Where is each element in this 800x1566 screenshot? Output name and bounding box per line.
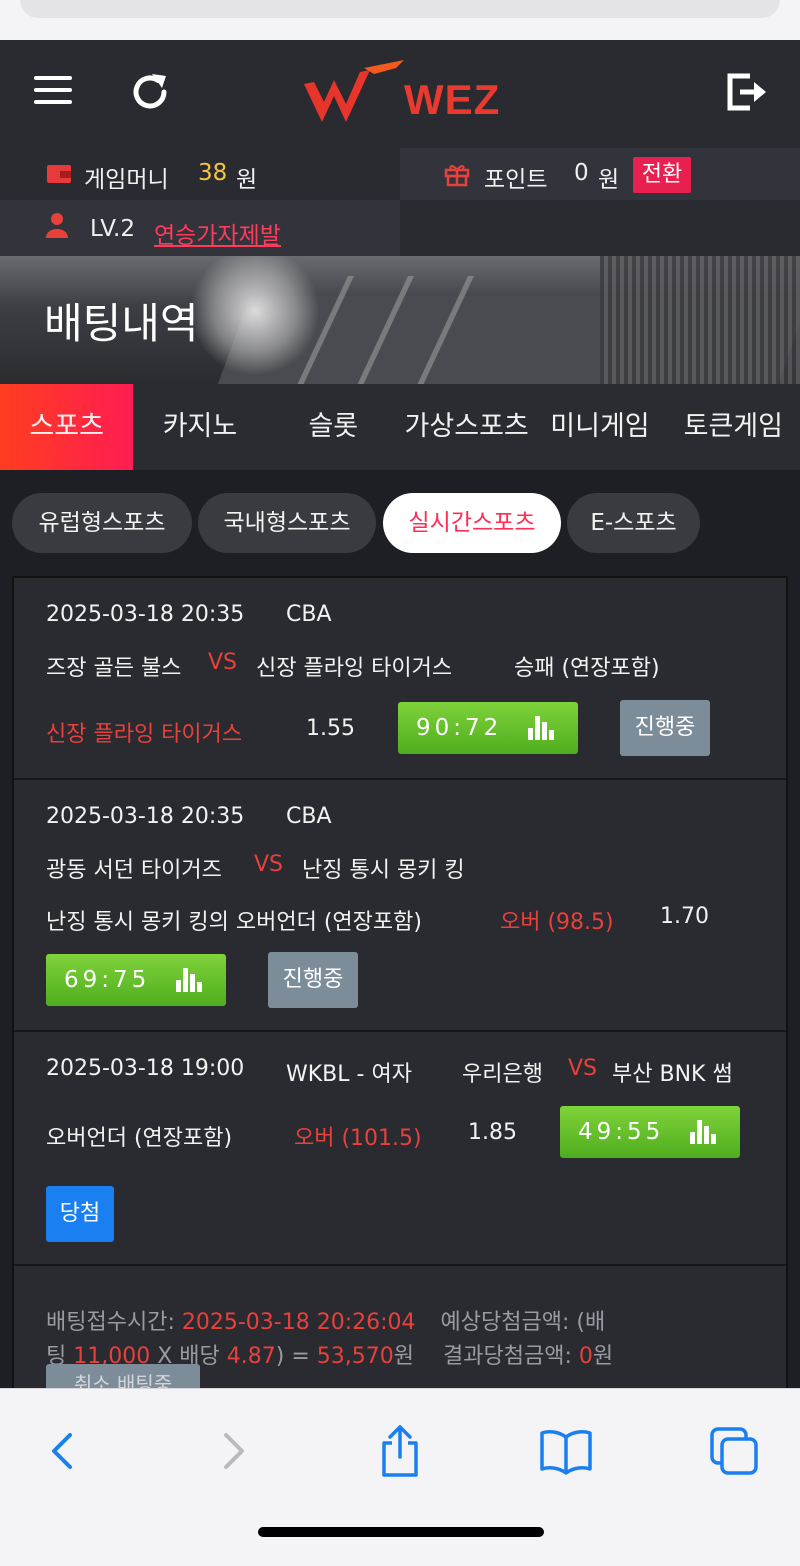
- home-team: 광동 서던 타이거즈: [46, 858, 222, 883]
- bet-item: 2025-03-18 20:35 CBA 즈장 골든 불스 VS 신장 플라잉 …: [14, 578, 786, 780]
- total-odds: 4.87: [226, 1344, 276, 1369]
- away-team: 신장 플라잉 타이거스: [256, 656, 453, 681]
- bet-market: 난징 통시 몽키 킹의 오버언더 (연장포함): [46, 910, 422, 935]
- stats-bar-icon: [528, 716, 554, 740]
- game-money-label: 게임머니: [84, 167, 169, 193]
- refresh-icon[interactable]: [128, 70, 172, 114]
- vs-label: VS: [254, 852, 284, 877]
- tab-slot[interactable]: 슬롯: [267, 384, 400, 470]
- subtab-esports[interactable]: E-스포츠: [567, 493, 700, 553]
- logo-mark-icon: [304, 60, 404, 122]
- main-tabs: 스포츠 카지노 슬롯 가상스포츠 미니게임 토큰게임: [0, 384, 800, 470]
- bet-item: 2025-03-18 20:35 CBA 광동 서던 타이거즈 VS 난징 통시…: [14, 780, 786, 1032]
- result-value: 0: [578, 1344, 593, 1369]
- status-badge: 진행중: [620, 700, 710, 756]
- page-banner: 배팅내역: [0, 256, 800, 384]
- live-score[interactable]: 49:55: [560, 1106, 740, 1158]
- user-icon: [46, 213, 68, 238]
- wallet-icon: [47, 165, 71, 183]
- vs-label: VS: [208, 650, 238, 675]
- bet-market: 승패 (연장포함): [514, 656, 660, 681]
- score-text: 49:55: [578, 1119, 665, 1145]
- bet-market: 오버언더 (연장포함): [46, 1126, 233, 1151]
- bet-summary: 배팅접수시간: 2025-03-18 20:26:04 예상당첨금액: (배 팅…: [14, 1266, 786, 1404]
- stats-bar-icon: [690, 1120, 716, 1144]
- stats-bar-icon: [176, 968, 202, 992]
- tabs-icon[interactable]: [706, 1423, 762, 1479]
- home-team: 우리은행: [462, 1062, 543, 1087]
- tab-minigame[interactable]: 미니게임: [533, 384, 666, 470]
- bet-league: CBA: [286, 602, 332, 627]
- game-money-unit: 원: [236, 167, 258, 193]
- bet-datetime: 2025-03-18 20:35: [46, 602, 245, 627]
- bet-odds: 1.55: [306, 716, 355, 741]
- forward-chevron-icon[interactable]: [206, 1423, 262, 1479]
- subtab-domestic-sports[interactable]: 국내형스포츠: [198, 493, 376, 553]
- game-money-value: 38: [198, 160, 228, 186]
- equals-label: ) =: [275, 1344, 310, 1369]
- bet-league: WKBL - 여자: [286, 1062, 412, 1087]
- result-unit: 원: [592, 1344, 614, 1369]
- point-value: 0: [574, 160, 589, 186]
- status-badge-won: 당첨: [46, 1186, 114, 1242]
- tab-casino[interactable]: 카지노: [133, 384, 266, 470]
- summary-line-1: 배팅접수시간: 2025-03-18 20:26:04 예상당첨금액: (배: [46, 1304, 605, 1336]
- bet-odds: 1.70: [660, 904, 709, 929]
- payout-amount: 53,570: [316, 1344, 394, 1369]
- bet-league: CBA: [286, 804, 332, 829]
- result-label: 결과당첨금액:: [443, 1344, 572, 1369]
- username-link[interactable]: 연승가자제발: [154, 216, 281, 250]
- site-header: WEZ: [0, 40, 800, 148]
- bet-datetime: 2025-03-18 19:00: [46, 1056, 245, 1081]
- payout-unit: 원: [393, 1344, 415, 1369]
- bet-pick: 오버 (98.5): [500, 910, 614, 935]
- logo-text: WEZ: [404, 76, 501, 123]
- tab-sports[interactable]: 스포츠: [0, 384, 134, 470]
- bet-item: 2025-03-18 19:00 WKBL - 여자 우리은행 VS 부산 BN…: [14, 1032, 786, 1266]
- bet-datetime: 2025-03-18 20:35: [46, 804, 245, 829]
- bet-history-list: 2025-03-18 20:35 CBA 즈장 골든 불스 VS 신장 플라잉 …: [12, 576, 788, 1406]
- hamburger-menu-icon[interactable]: [34, 76, 72, 108]
- wez-logo[interactable]: WEZ: [300, 60, 510, 130]
- receipt-time: 2025-03-18 20:26:04: [181, 1310, 416, 1335]
- score-text: 69:75: [64, 967, 151, 993]
- bet-pick: 오버 (101.5): [294, 1126, 422, 1151]
- bet-pick: 신장 플라잉 타이거스: [46, 722, 243, 747]
- browser-top-bar: [0, 0, 800, 40]
- level-text: LV.2: [90, 216, 136, 242]
- logout-icon[interactable]: [724, 70, 768, 114]
- home-team: 즈장 골든 불스: [46, 656, 182, 681]
- receipt-label: 배팅접수시간:: [46, 1310, 175, 1335]
- swap-button[interactable]: 전환: [633, 157, 691, 193]
- bet-odds: 1.85: [468, 1120, 517, 1145]
- book-icon[interactable]: [538, 1423, 594, 1479]
- away-team: 난징 통시 몽키 킹: [302, 858, 465, 883]
- live-score[interactable]: 69:75: [46, 954, 226, 1006]
- subtab-live-sports[interactable]: 실시간스포츠: [383, 493, 561, 553]
- point-unit: 원: [598, 167, 620, 193]
- subtab-european-sports[interactable]: 유럽형스포츠: [12, 493, 192, 553]
- browser-toolbar: [0, 1388, 800, 1566]
- point-label: 포인트: [484, 167, 548, 193]
- home-indicator: [258, 1527, 544, 1537]
- address-bar[interactable]: [20, 0, 780, 18]
- tab-virtual-sports[interactable]: 가상스포츠: [400, 384, 533, 470]
- score-text: 90:72: [416, 715, 503, 741]
- expected-label: 예상당첨금액: (배: [440, 1310, 606, 1335]
- tab-token-game[interactable]: 토큰게임: [667, 384, 800, 470]
- status-badge: 진행중: [268, 952, 358, 1008]
- away-team: 부산 BNK 썸: [612, 1062, 733, 1087]
- live-score[interactable]: 90:72: [398, 702, 578, 754]
- gift-icon: [444, 165, 470, 187]
- back-chevron-icon[interactable]: [34, 1423, 90, 1479]
- page-title: 배팅내역: [44, 299, 199, 348]
- share-icon[interactable]: [372, 1423, 428, 1479]
- vs-label: VS: [568, 1056, 598, 1081]
- level-row-filler: [400, 200, 800, 256]
